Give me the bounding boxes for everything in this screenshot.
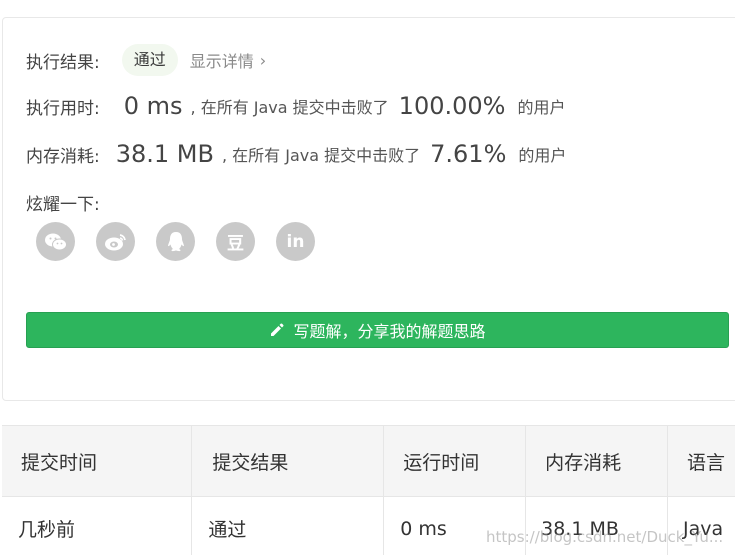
runtime-percent: 100.00% <box>398 92 506 120</box>
cell-language: Java <box>667 496 735 555</box>
show-details-link[interactable]: 显示详情 › <box>190 48 266 72</box>
wechat-icon[interactable] <box>36 222 75 261</box>
linkedin-icon[interactable]: in <box>276 222 315 261</box>
runtime-row: 执行用时: 0 ms , 在所有 Java 提交中击败了 100.00% 的用户 <box>26 92 565 120</box>
linkedin-glyph: in <box>286 231 305 252</box>
memory-percent: 7.61% <box>430 140 507 168</box>
share-label: 炫耀一下: <box>26 195 100 215</box>
memory-row: 内存消耗: 38.1 MB , 在所有 Java 提交中击败了 7.61% 的用… <box>26 140 566 168</box>
show-details-label: 显示详情 <box>189 52 254 71</box>
runtime-label: 执行用时: <box>26 98 100 119</box>
share-label-row: 炫耀一下: <box>26 190 100 215</box>
cell-submit-time: 几秒前 <box>2 496 193 555</box>
qq-icon[interactable] <box>156 222 195 261</box>
write-solution-label: 写题解，分享我的解题思路 <box>293 322 486 341</box>
runtime-value: 0 ms <box>123 92 183 120</box>
cell-memory: 38.1 MB <box>525 496 669 555</box>
douban-glyph: 豆 <box>227 234 244 254</box>
share-icons: 豆 in <box>36 222 336 261</box>
status-badge: 通过 <box>121 44 178 76</box>
header-submit-time[interactable]: 提交时间 <box>2 425 193 497</box>
douban-icon[interactable]: 豆 <box>216 222 255 261</box>
write-solution-button[interactable]: 写题解，分享我的解题思路 <box>26 312 729 348</box>
cell-submit-result[interactable]: 通过 <box>191 496 385 555</box>
memory-value: 38.1 MB <box>115 140 214 168</box>
memory-label: 内存消耗: <box>26 146 100 167</box>
cell-runtime: 0 ms <box>383 496 527 555</box>
runtime-beat-text: , 在所有 Java 提交中击败了 <box>190 98 389 117</box>
memory-suffix: 的用户 <box>518 146 567 165</box>
header-language[interactable]: 语言 <box>667 425 735 497</box>
header-submit-result[interactable]: 提交结果 <box>191 425 385 497</box>
result-row: 执行结果: 通过 显示详情 › <box>26 44 266 76</box>
result-card: 执行结果: 通过 显示详情 › 执行用时: 0 ms , 在所有 Java 提交… <box>2 17 735 401</box>
table-row: 几秒前 通过 0 ms 38.1 MB Java <box>2 496 735 555</box>
runtime-suffix: 的用户 <box>517 98 566 117</box>
memory-beat-text: , 在所有 Java 提交中击败了 <box>221 146 421 165</box>
chevron-right-icon: › <box>259 50 267 70</box>
watermark: https://blog.csdn.net/Duck_Yu... <box>486 528 724 546</box>
pencil-icon <box>269 322 285 338</box>
header-runtime[interactable]: 运行时间 <box>383 425 527 497</box>
weibo-icon[interactable] <box>96 222 135 261</box>
header-memory[interactable]: 内存消耗 <box>525 425 669 497</box>
result-label: 执行结果: <box>26 52 100 73</box>
table-header-row: 提交时间 提交结果 运行时间 内存消耗 语言 <box>2 425 735 497</box>
